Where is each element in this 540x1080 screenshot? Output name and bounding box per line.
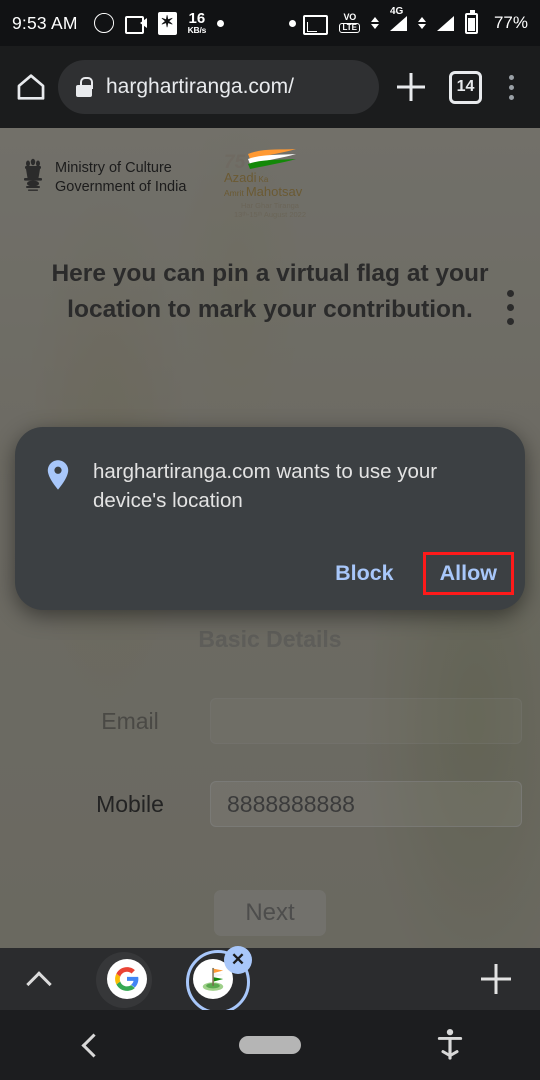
- allow-button[interactable]: Allow: [422, 552, 515, 595]
- amrit-line-2: Amrit Mahotsav: [224, 185, 316, 198]
- mobile-field[interactable]: 8888888888: [210, 781, 522, 827]
- amrit-subtitle: Har Ghar Tiranga 13ᵗʰ-15ᵗʰ August 2022: [224, 201, 316, 220]
- android-nav-bar: [0, 1010, 540, 1080]
- location-permission-dialog: harghartiranga.com wants to use your dev…: [15, 427, 525, 610]
- ministry-line-1: Ministry of Culture: [55, 160, 172, 177]
- battery-icon: [464, 9, 478, 34]
- omnibox[interactable]: harghartiranga.com/: [58, 60, 379, 114]
- battery-percent-label: 77%: [493, 13, 528, 32]
- new-tab-button[interactable]: [391, 67, 431, 107]
- page-title: Here you can pin a virtual flag at your …: [51, 260, 489, 323]
- block-button[interactable]: Block: [317, 553, 412, 594]
- amrit-sub-line-2: 13ᵗʰ-15ᵗʰ August 2022: [233, 210, 306, 220]
- permission-message: harghartiranga.com wants to use your dev…: [93, 460, 438, 513]
- india-emblem-icon: [20, 155, 46, 201]
- data-activity-icon-2: [417, 17, 426, 29]
- tab-count-label: 14: [456, 78, 475, 95]
- accessibility-icon[interactable]: [360, 1028, 540, 1062]
- ministry-logo-block: Ministry of Culture Government of India: [20, 155, 186, 201]
- permission-dialog-actions: Block Allow: [317, 552, 515, 595]
- status-bar: 9:53 AM ✶ 16 KB/s VO LTE 4G 77%: [0, 0, 540, 46]
- volte-secondary-label: LTE: [339, 23, 360, 33]
- mahotsav-label: Mahotsav: [245, 184, 303, 199]
- app-switcher-bar: ✕: [0, 946, 540, 1014]
- signal-icon-sim1: 4G: [389, 6, 407, 31]
- bluetooth-icon: ✶: [157, 11, 177, 35]
- mobile-form-row: Mobile 8888888888: [50, 781, 522, 827]
- app-slot-har-ghar-tiranga[interactable]: ✕: [182, 946, 252, 1014]
- cast-icon: [303, 14, 329, 35]
- section-title: Basic Details: [198, 626, 342, 652]
- ka-label: Ka: [258, 175, 269, 184]
- home-icon[interactable]: [14, 70, 48, 104]
- close-icon[interactable]: ✕: [224, 946, 252, 974]
- email-label: Email: [101, 707, 159, 734]
- data-activity-icon: [370, 17, 379, 29]
- ministry-line-2: Government of India: [55, 179, 187, 195]
- amrit-label: Amrit: [224, 188, 244, 198]
- lock-icon: [76, 77, 93, 97]
- browser-menu-button[interactable]: [496, 74, 526, 100]
- screen-record-icon: [124, 16, 147, 34]
- email-form-row: Email: [50, 698, 522, 744]
- data-rate-value: 16: [188, 10, 206, 28]
- ministry-text: Ministry of Culture Government of India: [55, 159, 186, 196]
- amrit-logo-top: 75: [224, 146, 316, 172]
- status-bar-clock: 9:53 AM: [12, 12, 78, 33]
- browser-toolbar: harghartiranga.com/ 14: [0, 46, 540, 128]
- permission-dialog-body: harghartiranga.com wants to use your dev…: [15, 427, 525, 515]
- amrit-sub-line-1: Har Ghar Tiranga: [241, 201, 299, 210]
- app-slot-google[interactable]: [96, 948, 158, 1010]
- add-app-button[interactable]: [478, 961, 514, 997]
- dnd-icon: [93, 13, 114, 33]
- next-button[interactable]: Next: [214, 890, 326, 936]
- data-rate-indicator: 16 KB/s: [188, 11, 207, 35]
- data-rate-unit: KB/s: [187, 25, 207, 36]
- volte-icon: VO LTE: [339, 13, 360, 33]
- nav-back-button[interactable]: [0, 1034, 180, 1056]
- mobile-label: Mobile: [96, 790, 164, 817]
- tricolour-flag-icon: [246, 148, 298, 172]
- azadi-ka-amrit-mahotsav-logo: 75 Azadi Ka Amrit Mahotsav Har Ghar Tira…: [224, 146, 316, 220]
- volte-primary-label: VO: [343, 12, 357, 22]
- chevron-up-icon[interactable]: [26, 964, 56, 994]
- notification-dot-icon: [217, 19, 225, 27]
- email-field[interactable]: [210, 698, 522, 744]
- nav-home-pill[interactable]: [180, 1036, 360, 1054]
- network-type-label: 4G: [389, 5, 404, 17]
- url-text: harghartiranga.com/: [106, 75, 294, 98]
- signal-icon-sim2: [436, 15, 454, 31]
- location-pin-icon: [43, 459, 73, 495]
- azadi-label: Azadi: [224, 170, 257, 185]
- notification-dot-icon-2: [289, 19, 297, 27]
- amrit-line-1: Azadi Ka: [224, 170, 316, 185]
- google-app-icon: [107, 959, 147, 999]
- tab-switcher-button[interactable]: 14: [449, 70, 482, 104]
- screen: 9:53 AM ✶ 16 KB/s VO LTE 4G 77% harghart…: [0, 0, 540, 1080]
